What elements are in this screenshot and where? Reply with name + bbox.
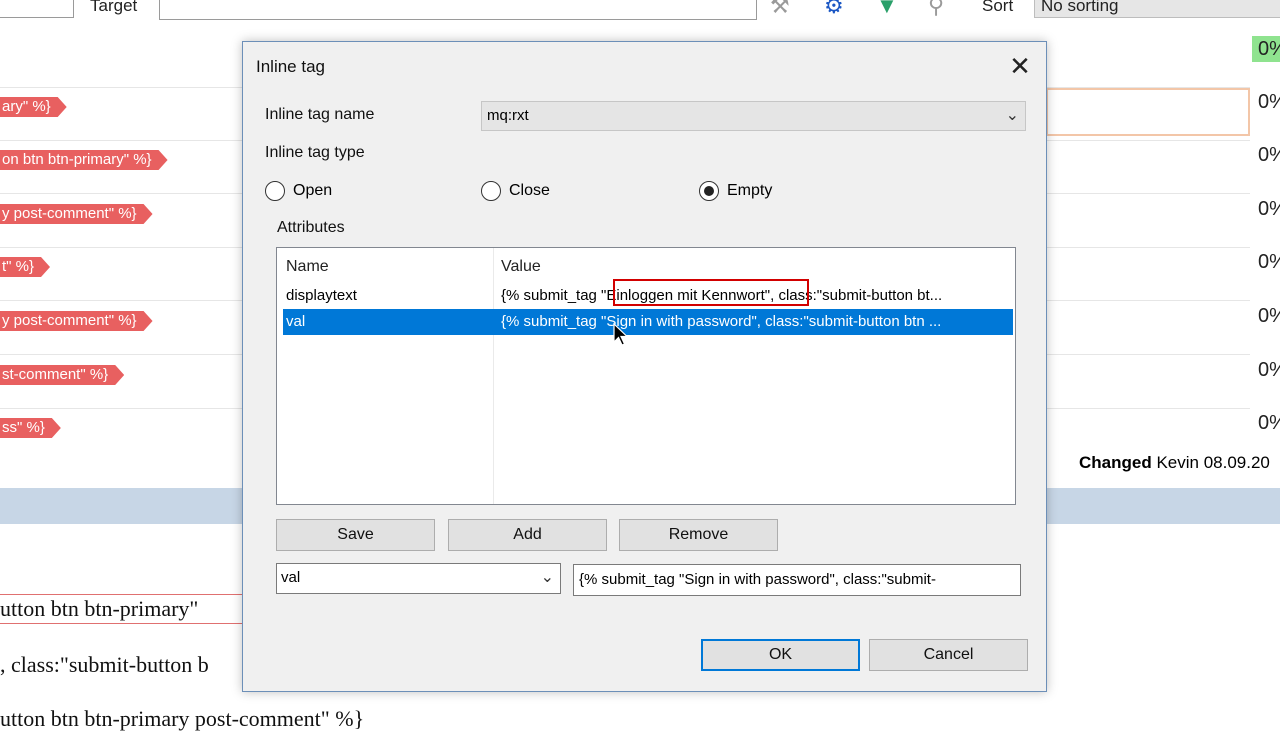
progress-cell: 0% xyxy=(1258,144,1280,166)
progress-cell: 0% xyxy=(1258,198,1280,220)
source-field[interactable] xyxy=(0,0,74,18)
remove-button[interactable]: Remove xyxy=(619,519,778,551)
progress-cell: 0% xyxy=(1258,91,1280,113)
inline-tag[interactable]: y post-comment" %} xyxy=(0,204,153,224)
list-item-selected[interactable]: val {% submit_tag "Sign in with password… xyxy=(283,309,1013,335)
sort-select[interactable]: No sorting xyxy=(1034,0,1280,18)
inline-tag[interactable]: y post-comment" %} xyxy=(0,311,153,331)
inline-tag[interactable]: st-comment" %} xyxy=(0,365,124,385)
mouse-cursor-icon xyxy=(613,323,629,346)
sort-label: Sort xyxy=(982,0,1014,15)
tag-name-select[interactable]: mq:rxt ⌄ xyxy=(481,101,1026,131)
attribute-select-value: val xyxy=(281,569,301,586)
attributes-list[interactable]: Name Value displaytext {% submit_tag "Ei… xyxy=(276,247,1016,505)
attribute-select[interactable]: val ⌄ xyxy=(276,563,561,594)
changed-label: Changed xyxy=(1079,453,1152,472)
radio-circle xyxy=(265,181,285,201)
annotation-highlight-box xyxy=(613,279,809,306)
attribute-value-input[interactable]: {% submit_tag "Sign in with password", c… xyxy=(573,564,1021,596)
chevron-down-icon: ⌄ xyxy=(1005,107,1019,124)
chevron-down-icon: ⌄ xyxy=(540,569,554,586)
tag-name-label: Inline tag name xyxy=(265,106,375,123)
toolbar: Target ⚒ ⚙ ▼ ⚲ Sort No sorting xyxy=(0,0,1280,20)
preview-text-line: utton btn btn-primary" xyxy=(0,596,199,621)
radio-label: Close xyxy=(509,182,550,199)
tag-name-value: mq:rxt xyxy=(487,107,529,124)
attribute-name: displaytext xyxy=(286,287,357,304)
preview-text-line: , class:"submit-button b xyxy=(0,652,209,677)
progress-cell: 0% xyxy=(1252,36,1280,62)
add-button[interactable]: Add xyxy=(448,519,607,551)
funnel-icon[interactable]: ▼ xyxy=(876,0,898,18)
attribute-value: {% submit_tag "Sign in with password", c… xyxy=(501,313,942,330)
progress-cell: 0% xyxy=(1258,305,1280,327)
close-icon[interactable]: ✕ xyxy=(1001,50,1039,82)
column-header-value[interactable]: Value xyxy=(501,258,541,276)
tag-type-label: Inline tag type xyxy=(265,144,365,161)
radio-circle xyxy=(481,181,501,201)
progress-cell: 0% xyxy=(1258,412,1280,434)
progress-cell: 0% xyxy=(1258,359,1280,381)
inline-tag[interactable]: ss" %} xyxy=(0,418,61,438)
gear-icon[interactable]: ⚙ xyxy=(824,0,844,18)
radio-circle-checked xyxy=(699,181,719,201)
changed-info: Changed Kevin 08.09.20 xyxy=(1046,448,1280,478)
radio-label: Open xyxy=(293,182,333,199)
search-icon[interactable]: ⚲ xyxy=(928,0,944,18)
filter-icon[interactable]: ⚒ xyxy=(770,0,790,18)
attributes-label: Attributes xyxy=(277,219,345,236)
column-header-name[interactable]: Name xyxy=(286,258,329,276)
cancel-button[interactable]: Cancel xyxy=(869,639,1028,671)
inline-tag-dialog: Inline tag ✕ Inline tag name mq:rxt ⌄ In… xyxy=(242,41,1047,692)
progress-cell: 0% xyxy=(1258,251,1280,273)
inline-tag[interactable]: t" %} xyxy=(0,257,50,277)
ok-button[interactable]: OK xyxy=(701,639,860,671)
save-button[interactable]: Save xyxy=(276,519,435,551)
target-label: Target xyxy=(90,0,138,15)
active-row-highlight xyxy=(1046,88,1250,136)
inline-tag[interactable]: on btn btn-primary" %} xyxy=(0,150,168,170)
radio-label: Empty xyxy=(727,182,773,199)
attribute-name: val xyxy=(286,313,306,330)
inline-tag[interactable]: ary" %} xyxy=(0,97,67,117)
changed-value: Kevin 08.09.20 xyxy=(1156,453,1270,472)
dialog-title: Inline tag xyxy=(256,57,325,76)
preview-text-line: utton btn btn-primary post-comment" %} xyxy=(0,706,365,731)
target-field[interactable] xyxy=(159,0,757,20)
